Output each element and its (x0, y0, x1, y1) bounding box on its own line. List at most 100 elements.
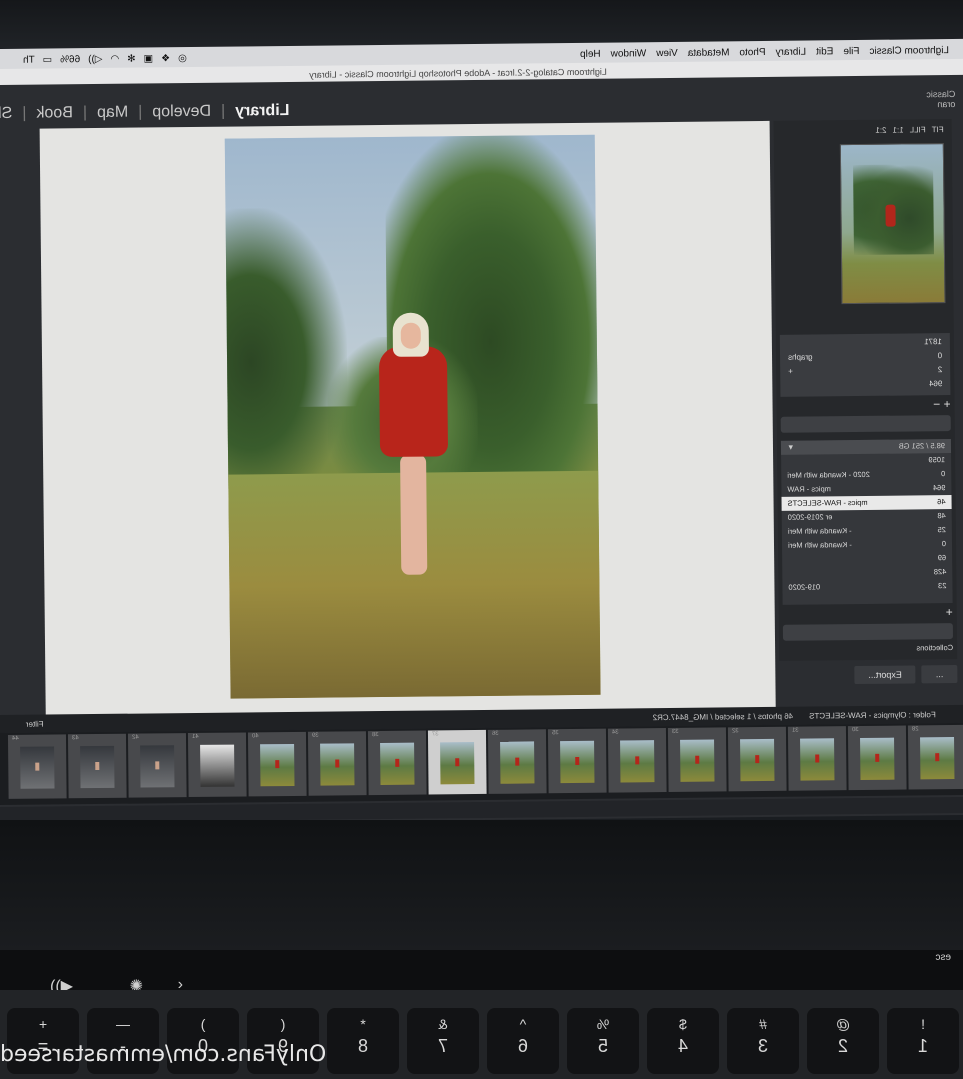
mirrored-screen-photo: Lightroom Classic File Edit Library Phot… (0, 0, 963, 1079)
menu-help[interactable]: Help (580, 48, 601, 59)
filmstrip-thumb[interactable]: 33 (667, 727, 727, 793)
thumb-index: 33 (671, 728, 679, 735)
module-slideshow[interactable]: Slid (0, 105, 12, 123)
identity-plate: Classic oran (926, 89, 955, 109)
key-shift-symbol: ! (921, 1016, 925, 1032)
menu-app[interactable]: Lightroom Classic (869, 45, 949, 57)
volume-icon[interactable]: ◁)) (88, 53, 102, 64)
filmstrip-thumb[interactable]: 32 (727, 726, 787, 792)
filmstrip-thumb[interactable]: 31 (787, 726, 847, 791)
key[interactable]: ^ 6 (487, 1008, 559, 1074)
filmstrip-thumb[interactable]: 30 (847, 725, 907, 791)
filmstrip-filter[interactable]: Filter (0, 719, 44, 729)
zoom-1-1[interactable]: 1:1 (892, 126, 903, 135)
add-folder-icon[interactable]: + − (933, 397, 951, 411)
menu-library[interactable]: Library (776, 46, 807, 57)
key-shift-symbol: ) (200, 1016, 206, 1032)
thumb-index: 43 (71, 735, 79, 742)
filmstrip-thumb[interactable]: 38 (367, 730, 427, 796)
filmstrip-thumb[interactable]: 35 (547, 728, 607, 794)
filmstrip-count[interactable]: 46 photos / 1 selected / IMG_8447.CR2 (653, 711, 794, 721)
zoom-2-1[interactable]: 2:1 (875, 126, 886, 135)
module-book[interactable]: Book (36, 104, 73, 122)
volume-header[interactable]: 98.5 / 251 GB ▼ (780, 439, 952, 455)
loupe-view (39, 120, 776, 717)
menu-edit[interactable]: Edit (816, 46, 833, 57)
filmstrip-thumb-selected[interactable]: 37 (427, 729, 487, 795)
touchbar-esc[interactable]: esc (935, 952, 951, 963)
catalog-count: 1871 (924, 337, 942, 347)
photo-legs (400, 454, 428, 575)
export-button[interactable]: Export... (854, 665, 916, 685)
zoom-fit[interactable]: FIT (932, 125, 944, 134)
menu-metadata[interactable]: Metadata (688, 47, 730, 58)
thumb-image (140, 745, 175, 788)
filmstrip-thumb[interactable]: 39 (307, 731, 367, 796)
filmstrip-folder[interactable]: Folder : Olympics - RAW-SELECTS (809, 710, 936, 720)
thumb-index: 30 (851, 727, 859, 734)
wifi-icon[interactable]: ◠ (110, 53, 119, 64)
dropbox-icon[interactable]: ❖ (161, 53, 170, 64)
key-shift-symbol: ^ (519, 1016, 527, 1032)
creative-cloud-icon[interactable]: ◎ (178, 53, 187, 64)
folder-row[interactable]: 23 019-2020 (782, 579, 952, 595)
export-buttons: ... Export... (854, 664, 958, 685)
menu-photo[interactable]: Photo (739, 46, 765, 57)
module-separator: | (22, 104, 27, 122)
filmstrip-thumb[interactable]: 42 (127, 733, 187, 798)
bluetooth-icon[interactable]: ✻ (127, 53, 136, 64)
catalog-label[interactable]: + (788, 367, 793, 376)
module-library[interactable]: Library (235, 102, 289, 121)
shield-icon[interactable]: ▣ (144, 53, 154, 64)
thumb-image (320, 743, 355, 786)
filmstrip-thumb[interactable]: 34 (607, 728, 667, 793)
thumb-image (500, 741, 535, 784)
key[interactable]: #3 (727, 1008, 799, 1074)
battery-icon[interactable]: ▭ (43, 54, 53, 65)
module-map[interactable]: Map (97, 104, 128, 122)
thumb-index: 44 (11, 735, 19, 742)
key-symbol: 3 (758, 1036, 769, 1056)
add-collection-icon[interactable]: + (946, 605, 953, 619)
thumb-index: 31 (791, 727, 799, 734)
module-develop[interactable]: Develop (152, 103, 211, 122)
filmstrip-thumb[interactable]: 41 (187, 732, 247, 798)
identity-line-1: Classic (926, 88, 956, 100)
folder-search-input[interactable] (780, 415, 951, 433)
key-shift-symbol: & (438, 1016, 448, 1032)
module-separator: | (82, 104, 88, 122)
lightroom-workspace: Classic oran Library | Develop | Map | B… (0, 74, 963, 826)
key[interactable]: & 7 (407, 1008, 479, 1074)
menu-window[interactable]: Window (611, 48, 647, 59)
filmstrip-thumb[interactable]: 43 (67, 733, 127, 799)
catalog-label[interactable]: graphs (788, 352, 813, 361)
filmstrip-thumb[interactable]: 40 (247, 731, 307, 797)
clock[interactable]: Th (23, 54, 35, 65)
main-photo[interactable] (224, 134, 601, 699)
thumb-index: 34 (611, 729, 619, 736)
thumb-image (440, 742, 475, 785)
collections-header[interactable]: Collections (783, 643, 953, 659)
key[interactable]: @2 (807, 1008, 879, 1074)
navigator-zoom: FIT FILL 1:1 2:1 (875, 125, 943, 135)
collection-search-input[interactable] (782, 623, 954, 641)
filmstrip-thumb[interactable]: 36 (487, 729, 547, 794)
menu-file[interactable]: File (843, 46, 859, 57)
key[interactable]: % 5 (567, 1008, 639, 1074)
thumb-image (680, 739, 715, 782)
filmstrip-thumb[interactable]: 44 (7, 734, 67, 799)
key[interactable]: ! 1 (887, 1008, 959, 1074)
import-button[interactable]: ... (921, 664, 958, 684)
thumb-image (920, 737, 955, 780)
thumb-index: 28 (911, 726, 919, 733)
module-picker: Library | Develop | Map | Book | Slid (0, 102, 290, 123)
key[interactable]: $4 (647, 1008, 719, 1074)
filmstrip-thumb[interactable]: 28 (907, 724, 963, 790)
thumb-image (380, 742, 415, 786)
key[interactable]: * 8 (327, 1008, 399, 1074)
navigator-preview[interactable] (839, 143, 946, 305)
menu-view[interactable]: View (656, 47, 678, 58)
filmstrip: 28 30 31 32 33 34 35 36 37 38 39 40 41 42 43 44 (0, 722, 963, 806)
zoom-fill[interactable]: FILL (910, 125, 926, 134)
battery-percent[interactable]: 66% (60, 54, 80, 65)
